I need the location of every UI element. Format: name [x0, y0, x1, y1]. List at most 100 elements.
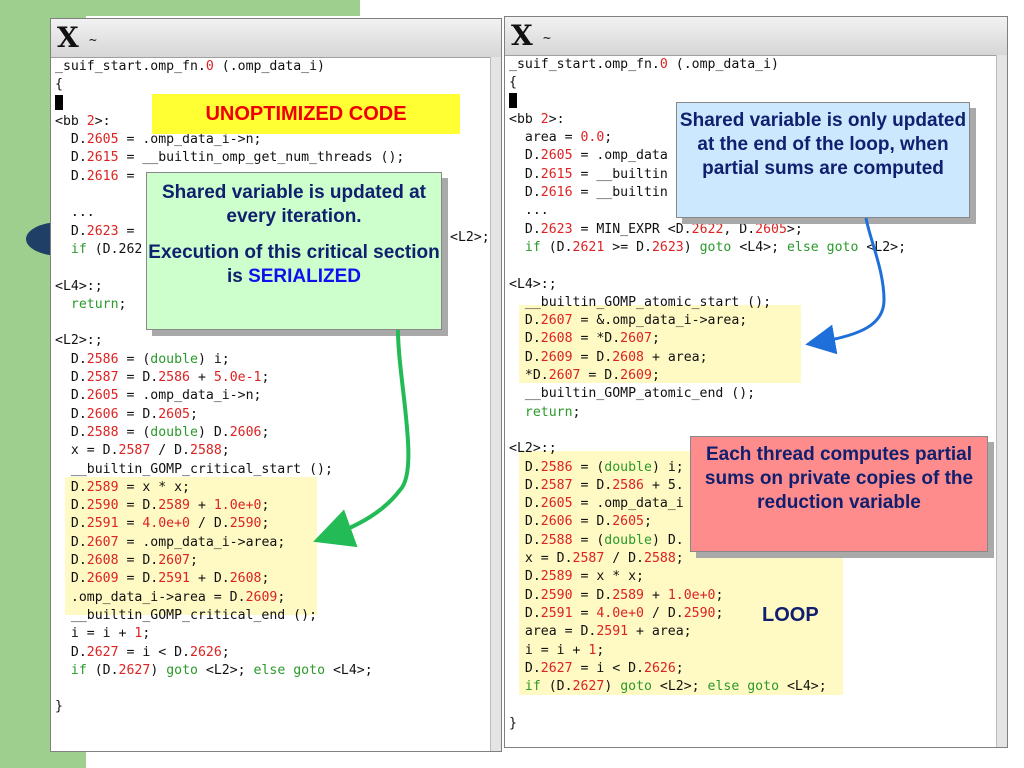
code-token: ;	[118, 296, 127, 312]
code-token: i = i +	[509, 642, 589, 658]
code-token: ;	[596, 642, 605, 658]
left-scrollbar[interactable]	[490, 57, 501, 751]
code-token: 0	[205, 59, 214, 74]
code-token: <L2>:;	[55, 333, 103, 349]
code-token: 2627	[540, 660, 573, 676]
code-token: return	[524, 404, 573, 420]
code-token: 2606	[86, 406, 119, 422]
code-token: D.	[509, 166, 541, 182]
code-token: 2616	[86, 168, 119, 184]
code-token: <L4>:;	[55, 278, 103, 294]
code-token: 2591	[540, 605, 573, 621]
code-token: x = D.	[509, 551, 573, 567]
right-scrollbar[interactable]	[996, 55, 1007, 747]
code-token: = .omp_data	[572, 148, 668, 164]
code-token: + D.	[190, 571, 230, 587]
code-token: = __builtin_omp_get_num_threads ();	[118, 150, 405, 166]
code-token: 2615	[540, 166, 573, 182]
code-token: +	[644, 587, 668, 603]
code-token: ;	[142, 626, 151, 642]
code-line: if (D.2621 >= D.2623) goto <L4>; else go…	[509, 239, 1007, 257]
code-line: D.2627 = i < D.2626;	[509, 660, 1007, 678]
code-token: = &.omp_data_i->area;	[572, 313, 748, 329]
right-window-titlebar[interactable]: X ~	[505, 17, 1007, 56]
code-token: 0	[659, 57, 668, 72]
code-line: *D.2607 = D.2609;	[509, 367, 1007, 385]
code-token: double	[604, 532, 652, 548]
code-token: return	[70, 296, 119, 312]
code-token: <L2>;	[197, 662, 254, 678]
code-token: D.	[55, 644, 87, 660]
code-line: D.2609 = D.2608 + area;	[509, 349, 1007, 367]
code-token: D.	[55, 534, 87, 550]
code-token: D.	[55, 168, 87, 184]
code-token: 2605	[540, 148, 573, 164]
code-token: D.	[55, 370, 87, 386]
code-token: ;	[675, 551, 684, 567]
code-line: _suif_start.omp_fn.0 (.omp_data_i)	[55, 58, 501, 76]
code-token: 2589	[158, 498, 190, 514]
code-token: ) i;	[197, 351, 230, 367]
code-token: <L2>;	[651, 679, 708, 695]
code-line: x = D.2587 / D.2588;	[509, 550, 1007, 568]
code-token: D.	[55, 150, 87, 166]
code-token: ;	[261, 370, 270, 386]
code-token: = D.	[572, 349, 613, 365]
code-token: ;	[261, 516, 270, 532]
code-token: = i < D.	[118, 644, 190, 660]
code-token: (.omp_data_i)	[213, 59, 325, 74]
code-token: __builtin_GOMP_critical_start ();	[55, 461, 333, 477]
code-token: 2586	[158, 370, 190, 386]
code-token: 2588	[540, 532, 573, 548]
left-window-titlebar[interactable]: X ~	[51, 19, 501, 58]
code-token: 2591	[86, 516, 119, 532]
code-token: = x * x;	[118, 479, 190, 495]
code-token: (D.	[540, 679, 573, 695]
code-token: 2605	[612, 514, 644, 530]
code-token: __builtin_GOMP_atomic_start ();	[509, 294, 772, 310]
code-token: 2588	[644, 551, 676, 567]
code-token: 2607	[158, 553, 190, 569]
code-token: D.	[509, 532, 541, 548]
code-token: <L2>;	[858, 239, 907, 255]
code-token: D.	[509, 148, 541, 164]
code-token: {	[509, 75, 517, 91]
code-token: goto	[699, 239, 732, 255]
code-token: 2591	[596, 624, 629, 640]
code-token: 2591	[158, 571, 190, 587]
x-window-icon: X	[511, 19, 533, 52]
code-line: .omp_data_i->area = D.2609;	[55, 589, 501, 607]
code-token: / D.	[150, 443, 190, 459]
code-token: (D.	[540, 239, 573, 255]
code-token: >= D.	[604, 239, 652, 255]
code-token: 2608	[612, 349, 644, 365]
code-line: i = i + 1;	[55, 625, 501, 643]
code-token: ;	[604, 130, 613, 146]
code-line: if (D.2627) goto <L2>; else goto <L4>;	[509, 678, 1007, 696]
code-token: if	[70, 241, 87, 257]
code-token: 2623	[651, 239, 684, 255]
code-token: + area;	[644, 349, 708, 365]
code-token: 2605	[86, 388, 119, 404]
code-token: D.	[509, 459, 541, 475]
code-token: 2587	[86, 370, 119, 386]
code-token: area =	[509, 130, 581, 146]
code-token: 2608	[540, 331, 573, 347]
partial-sums-callout: Each thread computes partial sums on pri…	[690, 436, 988, 552]
code-token: D.	[55, 479, 87, 495]
code-token: 2607	[548, 368, 581, 384]
code-token: = D.	[580, 368, 621, 384]
code-token: D.	[509, 313, 541, 329]
code-token: 2626	[644, 660, 676, 676]
code-line: D.2608 = *D.2607;	[509, 330, 1007, 348]
code-token: 262	[118, 241, 143, 257]
code-token: 5.	[667, 477, 684, 493]
code-token: 0.0	[580, 130, 605, 146]
code-token: ;	[277, 589, 286, 605]
code-token: 2586	[86, 351, 119, 367]
unoptimized-code-label: UNOPTIMIZED CODE	[152, 94, 460, 134]
code-token: / D.	[604, 551, 644, 567]
code-token: }	[55, 699, 63, 715]
